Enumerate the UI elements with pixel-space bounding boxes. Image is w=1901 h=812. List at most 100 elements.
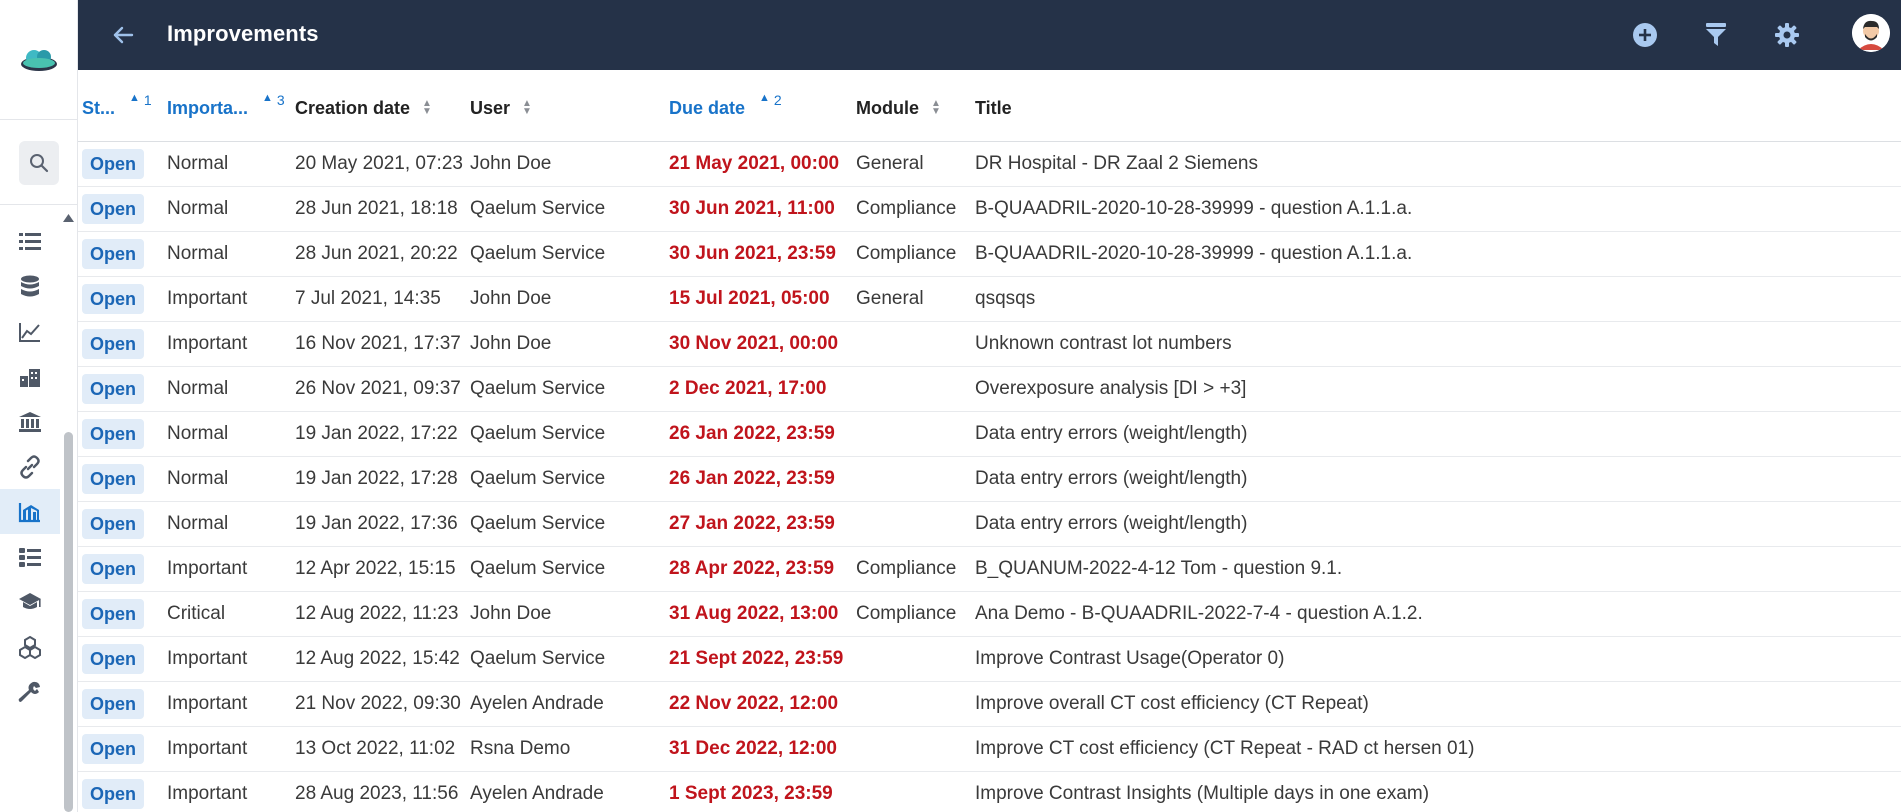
creation-date-cell: 19 Jan 2022, 17:28 — [295, 457, 458, 501]
column-header-importance[interactable]: Importa... ▲ 3 — [167, 92, 285, 122]
table-row[interactable]: Open Important 13 Oct 2022, 11:02 Rsna Demo… — [78, 727, 1901, 772]
table-row[interactable]: Open Important 7 Jul 2021, 14:35 John Doe 15… — [78, 277, 1901, 322]
add-button[interactable] — [1629, 19, 1661, 51]
status-cell: Open — [82, 187, 144, 231]
creation-date-value: 13 Oct 2022, 11:02 — [295, 738, 456, 759]
link-icon — [18, 454, 42, 479]
status-cell: Open — [82, 502, 144, 546]
due-date-cell: 22 Nov 2022, 12:00 — [669, 682, 838, 726]
sidebar-item-factory-chart[interactable] — [0, 489, 60, 534]
module-cell: Compliance — [856, 592, 956, 636]
importance-value: Important — [167, 738, 248, 759]
table-row[interactable]: Open Normal 19 Jan 2022, 17:22 Qaelum Servi… — [78, 412, 1901, 457]
sidebar-item-building[interactable] — [0, 354, 60, 399]
user-value: Ayelen Andrade — [470, 693, 604, 714]
title-value: Improve Contrast Usage(Operator 0) — [975, 648, 1285, 669]
building-icon — [18, 366, 42, 388]
creation-date-value: 19 Jan 2022, 17:22 — [295, 423, 458, 444]
sidebar-item-wrench[interactable] — [0, 669, 60, 714]
due-date-value: 15 Jul 2021, 05:00 — [669, 288, 830, 309]
back-button[interactable] — [108, 20, 138, 50]
importance-value: Important — [167, 783, 248, 804]
due-date-cell: 31 Aug 2022, 13:00 — [669, 592, 838, 636]
importance-cell: Important — [167, 322, 247, 366]
sidebar-item-graduation-cap[interactable] — [0, 579, 60, 624]
module-value: Compliance — [856, 243, 957, 264]
creation-date-value: 19 Jan 2022, 17:28 — [295, 468, 458, 489]
table-row[interactable]: Open Important 12 Aug 2022, 15:42 Qaelum Se… — [78, 637, 1901, 682]
column-header-label: Importa... — [167, 97, 249, 118]
sort-unsorted-icon: ▲ ▼ — [931, 98, 941, 117]
sidebar-item-line-chart[interactable] — [0, 309, 60, 354]
status-badge: Open — [82, 329, 144, 359]
column-header-status[interactable]: St... ▲ 1 — [82, 92, 152, 122]
column-header-label: User — [470, 97, 511, 118]
sidebar-item-database[interactable] — [0, 264, 60, 309]
user-value: Qaelum Service — [470, 648, 606, 669]
due-date-value: 31 Aug 2022, 13:00 — [669, 603, 839, 624]
table-row[interactable]: Open Normal 28 Jun 2021, 18:18 Qaelum Servi… — [78, 187, 1901, 232]
table-row[interactable]: Open Important 12 Apr 2022, 15:15 Qaelum Se… — [78, 547, 1901, 592]
due-date-value: 26 Jan 2022, 23:59 — [669, 423, 835, 444]
filter-button[interactable] — [1700, 19, 1732, 51]
settings-button[interactable] — [1771, 19, 1803, 51]
table-row[interactable]: Open Normal 19 Jan 2022, 17:36 Qaelum Servi… — [78, 502, 1901, 547]
column-header-creation-date[interactable]: Creation date ▲ ▼ — [295, 94, 432, 122]
sidebar-divider — [0, 204, 78, 205]
column-header-title[interactable]: Title — [975, 94, 1012, 122]
column-header-module[interactable]: Module ▲ ▼ — [856, 94, 941, 122]
table-row[interactable]: Open Normal 28 Jun 2021, 20:22 Qaelum Servi… — [78, 232, 1901, 277]
sidebar-item-cubes[interactable] — [0, 624, 60, 669]
importance-cell: Important — [167, 547, 247, 591]
column-header-due-date[interactable]: Due date ▲ 2 — [669, 92, 782, 122]
sort-unsorted-icon: ▲ ▼ — [522, 98, 532, 117]
due-date-cell: 26 Jan 2022, 23:59 — [669, 412, 835, 456]
status-cell: Open — [82, 142, 144, 186]
module-cell: General — [856, 277, 924, 321]
title-cell: Overexposure analysis [DI > +3] — [975, 367, 1246, 411]
sidebar-item-link[interactable] — [0, 444, 60, 489]
title-value: Unknown contrast lot numbers — [975, 333, 1232, 354]
creation-date-cell: 28 Jun 2021, 20:22 — [295, 232, 458, 276]
table-row[interactable]: Open Important 28 Aug 2023, 11:56 Ayelen An… — [78, 772, 1901, 812]
importance-cell: Important — [167, 772, 247, 812]
column-header-user[interactable]: User ▲ ▼ — [470, 94, 532, 122]
title-cell: Data entry errors (weight/length) — [975, 457, 1247, 501]
search-button[interactable] — [19, 141, 59, 185]
sidebar-item-bank[interactable] — [0, 399, 60, 444]
table-row[interactable]: Open Normal 20 May 2021, 07:23 John Doe 21 M… — [78, 142, 1901, 187]
sidebar-item-tasks-list[interactable] — [0, 534, 60, 579]
table-row[interactable]: Open Normal 26 Nov 2021, 09:37 Qaelum Servi… — [78, 367, 1901, 412]
title-value: B-QUAADRIL-2020-10-28-39999 - question A… — [975, 243, 1413, 264]
due-date-cell: 30 Jun 2021, 23:59 — [669, 232, 836, 276]
sidebar-scrollbar-thumb[interactable] — [64, 432, 73, 812]
due-date-cell: 21 Sept 2022, 23:59 — [669, 637, 843, 681]
table-row[interactable]: Open Important 21 Nov 2022, 09:30 Ayelen An… — [78, 682, 1901, 727]
title-value: DR Hospital - DR Zaal 2 Siemens — [975, 153, 1258, 174]
status-badge: Open — [82, 644, 144, 674]
status-badge: Open — [82, 554, 144, 584]
due-date-value: 30 Nov 2021, 00:00 — [669, 333, 839, 354]
table-row[interactable]: Open Normal 19 Jan 2022, 17:28 Qaelum Servi… — [78, 457, 1901, 502]
user-value: Qaelum Service — [470, 198, 606, 219]
user-cell: Qaelum Service — [470, 457, 605, 501]
table-row[interactable]: Open Important 16 Nov 2021, 17:37 John Doe 3… — [78, 322, 1901, 367]
user-value: John Doe — [470, 288, 552, 309]
app-logo[interactable] — [0, 0, 78, 120]
sort-ascending-indicator: ▲ 2 — [759, 92, 782, 108]
module-value: General — [856, 288, 924, 309]
scroll-up-arrow-icon[interactable] — [62, 212, 75, 224]
table-row[interactable]: Open Critical 12 Aug 2022, 11:23 John Doe 31… — [78, 592, 1901, 637]
cloud-logo-icon — [21, 49, 57, 71]
title-value: B_QUANUM-2022-4-12 Tom - question 9.1. — [975, 558, 1343, 579]
importance-value: Important — [167, 288, 248, 309]
avatar-person-icon — [1852, 14, 1890, 52]
due-date-cell: 21 May 2021, 00:00 — [669, 142, 839, 186]
sidebar-item-list[interactable] — [0, 219, 60, 264]
user-avatar[interactable] — [1852, 14, 1890, 52]
creation-date-value: 20 May 2021, 07:23 — [295, 153, 463, 174]
user-value: Qaelum Service — [470, 423, 606, 444]
sidebar — [0, 0, 78, 812]
bank-icon — [18, 411, 42, 433]
due-date-value: 26 Jan 2022, 23:59 — [669, 468, 835, 489]
